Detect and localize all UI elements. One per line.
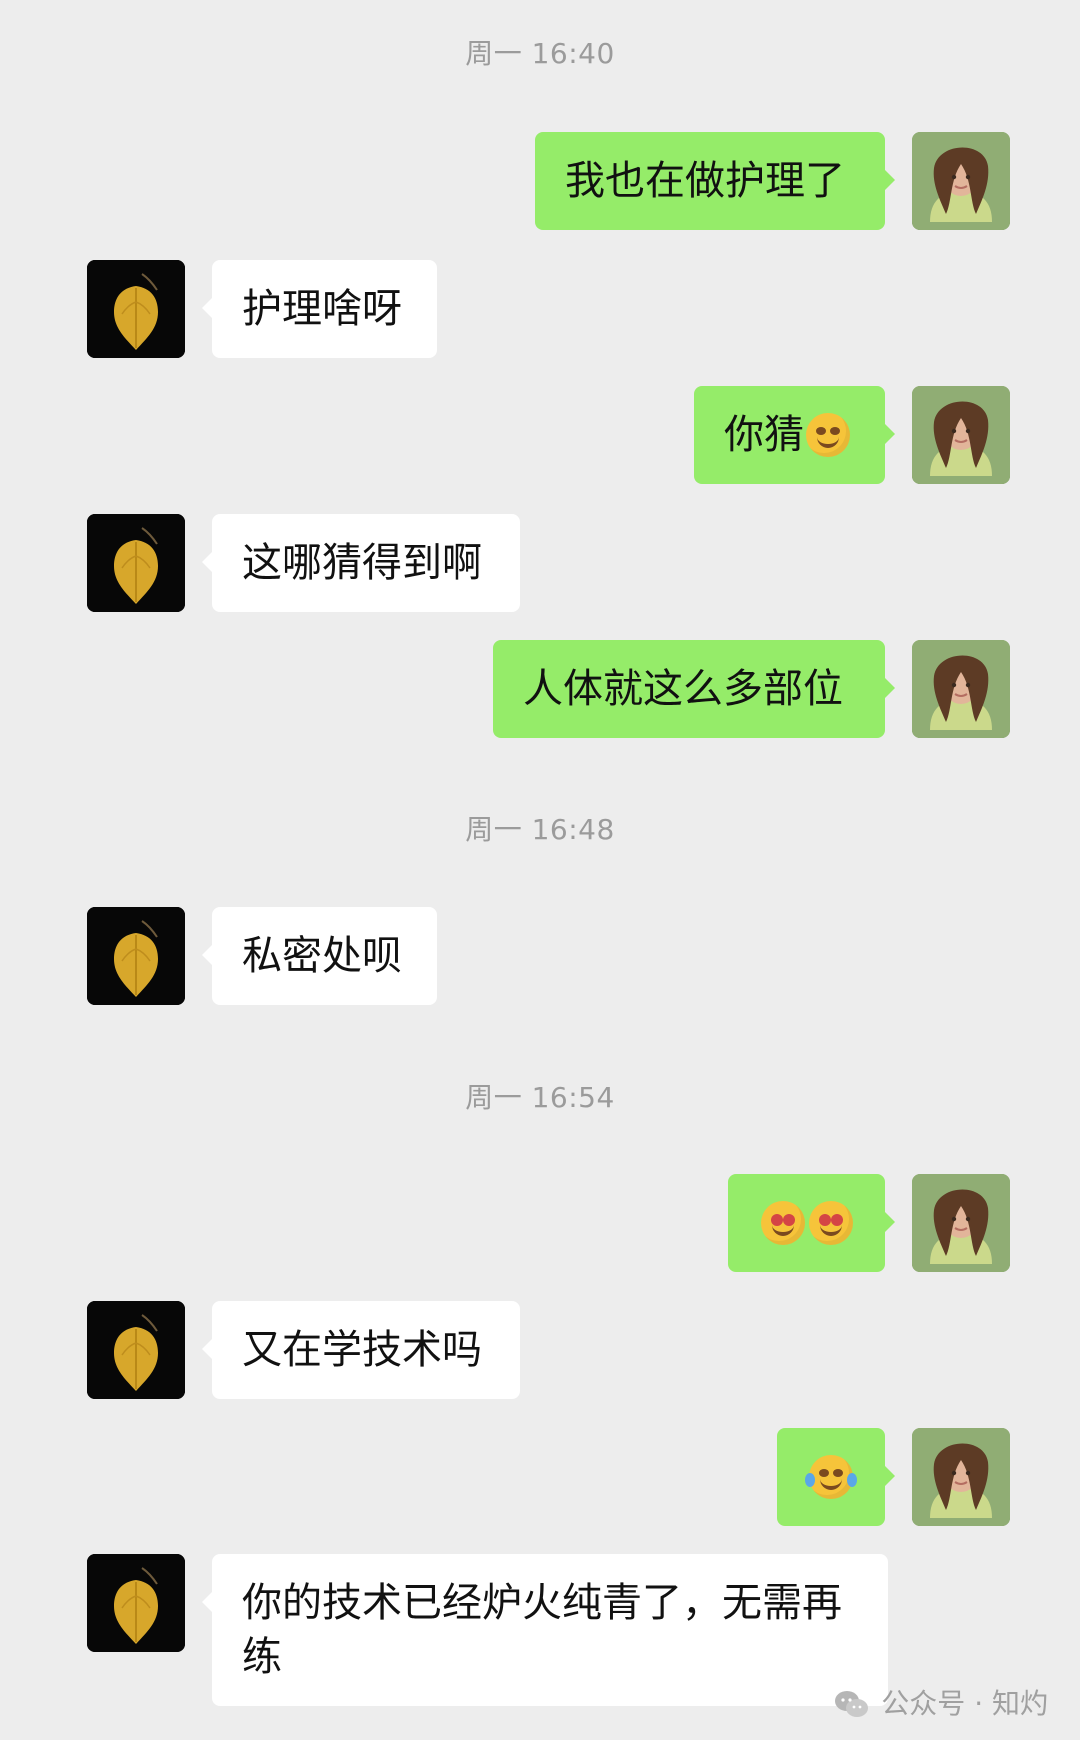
message-bubble-incoming[interactable]: 又在学技术吗 <box>202 1301 520 1399</box>
message-text: 我也在做护理了 <box>565 158 845 204</box>
message-text: 私密处呗 <box>242 933 402 979</box>
contact-avatar[interactable] <box>87 260 185 358</box>
message-bubble-incoming[interactable]: 护理啥呀 <box>202 260 437 358</box>
laughing-tears-emoji-icon <box>805 1455 857 1499</box>
self-avatar[interactable] <box>912 640 1010 738</box>
watermark: 公众号 · 知灼 <box>831 1684 1048 1724</box>
message-text: 护理啥呀 <box>242 286 402 332</box>
message-text: 你的技术已经炉火纯青了，无需再练 <box>242 1580 842 1680</box>
watermark-text: 公众号 · 知灼 <box>881 1687 1048 1720</box>
message-text: 你猜 <box>724 412 804 458</box>
heart-eyes-emoji-icon <box>808 1201 853 1245</box>
contact-avatar[interactable] <box>87 514 185 612</box>
self-avatar[interactable] <box>912 1174 1010 1272</box>
heart-eyes-emoji-icon <box>760 1201 805 1245</box>
self-avatar[interactable] <box>912 1428 1010 1526</box>
message-text: 又在学技术吗 <box>242 1327 482 1373</box>
timestamp: 周一 16:48 <box>465 813 615 846</box>
message-bubble-outgoing[interactable] <box>777 1428 895 1526</box>
timestamp: 周一 16:40 <box>465 37 615 70</box>
self-avatar[interactable] <box>912 132 1010 230</box>
contact-avatar[interactable] <box>87 1301 185 1399</box>
contact-avatar[interactable] <box>87 907 185 1005</box>
wechat-official-account-icon <box>831 1684 871 1724</box>
smirk-emoji-icon <box>806 413 850 457</box>
message-bubble-outgoing[interactable]: 人体就这么多部位 <box>493 640 895 738</box>
message-text: 人体就这么多部位 <box>523 666 843 712</box>
message-bubble-outgoing[interactable] <box>728 1174 895 1272</box>
self-avatar[interactable] <box>912 386 1010 484</box>
contact-avatar[interactable] <box>87 1554 185 1652</box>
timestamp: 周一 16:54 <box>465 1081 615 1114</box>
message-bubble-incoming[interactable]: 私密处呗 <box>202 907 437 1005</box>
message-bubble-incoming[interactable]: 这哪猜得到啊 <box>202 514 520 612</box>
chat-area: 周一 16:40 我也在做护理了 护理啥呀 你猜 这哪猜得到啊 人体就这么多部位… <box>0 0 1080 1740</box>
message-bubble-outgoing[interactable]: 我也在做护理了 <box>535 132 895 230</box>
message-text: 这哪猜得到啊 <box>242 540 482 586</box>
message-bubble-outgoing[interactable]: 你猜 <box>694 386 895 484</box>
message-bubble-incoming[interactable]: 你的技术已经炉火纯青了，无需再练 <box>202 1554 888 1706</box>
